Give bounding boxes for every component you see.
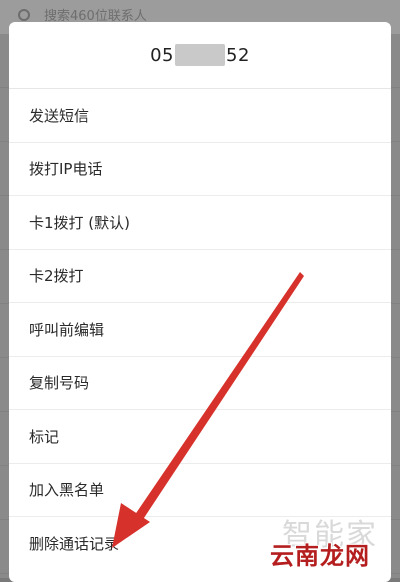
menu-item-label: 加入黑名单: [29, 481, 105, 500]
menu-item-label: 标记: [29, 427, 60, 446]
menu-item-edit-before-call[interactable]: 呼叫前编辑: [9, 303, 391, 357]
masked-digits: [175, 44, 225, 66]
watermark-bottom: 云南龙网: [270, 542, 370, 570]
phone-number-suffix: 52: [226, 44, 250, 66]
menu-item-copy-number[interactable]: 复制号码: [9, 357, 391, 410]
menu-item-sim2-call[interactable]: 卡2拨打: [9, 250, 391, 303]
menu-item-label: 呼叫前编辑: [29, 320, 105, 339]
search-icon: [18, 9, 30, 21]
menu-item-label: 卡2拨打: [29, 267, 84, 286]
menu-item-label: 拨打IP电话: [29, 160, 103, 179]
menu-item-mark[interactable]: 标记: [9, 410, 391, 464]
phone-number-prefix: 05: [150, 44, 174, 66]
call-log-context-menu: 05 52 发送短信 拨打IP电话 卡1拨打 (默认) 卡2拨打 呼叫前编辑 复…: [9, 22, 391, 582]
menu-item-send-sms[interactable]: 发送短信: [9, 89, 391, 143]
menu-item-label: 发送短信: [29, 106, 90, 125]
menu-item-label: 复制号码: [29, 374, 90, 393]
menu-item-sim1-call[interactable]: 卡1拨打 (默认): [9, 196, 391, 250]
menu-item-add-blacklist[interactable]: 加入黑名单: [9, 464, 391, 517]
dialog-title-phone-number: 05 52: [9, 22, 391, 89]
menu-item-label: 删除通话记录: [29, 535, 120, 554]
menu-item-ip-call[interactable]: 拨打IP电话: [9, 143, 391, 196]
menu-item-label: 卡1拨打 (默认): [29, 213, 131, 232]
background-search-placeholder: 搜索460位联系人: [44, 8, 147, 24]
